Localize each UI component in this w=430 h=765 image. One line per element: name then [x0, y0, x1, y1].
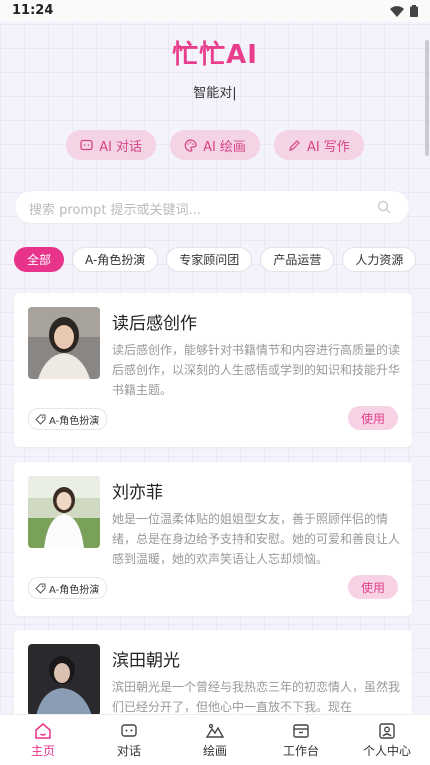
profile-icon	[379, 722, 395, 739]
search-input[interactable]: 搜索 prompt 提示或关键词...	[29, 199, 201, 218]
chat-icon	[80, 139, 93, 150]
category-all[interactable]: 全部	[14, 247, 65, 272]
ai-draw-button[interactable]: AI 绘画	[170, 130, 260, 160]
ai-chat-label: AI 对话	[99, 139, 143, 155]
card-description: 她是一位温柔体贴的姐姐型女友，善于照顾伴侣的情绪，总是在身边给予支持和安慰。她的…	[112, 512, 401, 566]
tag-icon	[35, 414, 46, 425]
nav-workspace-label: 工作台	[282, 743, 319, 758]
ai-chat-button[interactable]: AI 对话	[66, 130, 157, 160]
home-icon	[35, 722, 51, 739]
card-title: 滨田朝光	[112, 651, 180, 671]
use-button[interactable]: 使用	[348, 406, 398, 430]
nav-home[interactable]: 主页	[0, 715, 86, 765]
nav-home-label: 主页	[30, 743, 55, 758]
card-thumbnail	[28, 307, 100, 379]
category-experts[interactable]: 专家顾问团	[166, 247, 253, 272]
status-bar: 11:24	[0, 0, 430, 22]
palette-icon	[184, 138, 197, 152]
nav-chat[interactable]: 对话	[86, 715, 172, 765]
card-description: 读后感创作，能够针对书籍情节和内容进行高质量的读后感创作，以深刻的人生感悟或学到…	[112, 343, 401, 397]
pen-icon	[288, 139, 300, 151]
nav-profile[interactable]: 个人中心	[344, 715, 430, 765]
search-bar[interactable]: 搜索 prompt 提示或关键词...	[14, 190, 410, 224]
card-tag: A-角色扮演	[28, 577, 108, 599]
card-tag-label: A-角色扮演	[49, 415, 100, 427]
nav-chat-label: 对话	[116, 743, 141, 758]
bottom-navigation: 主页 对话 绘画 工作台 个人中心	[0, 714, 430, 765]
prompt-card[interactable]: 读后感创作 读后感创作，能够针对书籍情节和内容进行高质量的读后感创作，以深刻的人…	[14, 293, 412, 447]
card-title: 刘亦菲	[112, 483, 163, 503]
nav-profile-label: 个人中心	[362, 743, 411, 758]
ai-write-label: AI 写作	[306, 139, 350, 155]
use-button[interactable]: 使用	[348, 575, 398, 599]
card-title: 读后感创作	[112, 314, 197, 334]
app-title: 忙忙AI	[172, 40, 258, 70]
ai-draw-label: AI 绘画	[203, 139, 246, 155]
workspace-icon	[293, 723, 309, 738]
category-tabs: 全部 A-角色扮演 专家顾问团 产品运营 人力资源	[14, 247, 417, 272]
status-icons	[390, 5, 418, 17]
image-icon	[206, 723, 224, 738]
mode-buttons: AI 对话 AI 绘画 AI 写作	[0, 130, 430, 160]
card-thumbnail	[28, 644, 100, 714]
search-icon[interactable]	[377, 200, 391, 214]
prompt-card[interactable]: 滨田朝光 滨田朝光是一个曾经与我热恋三年的初恋情人，虽然我们已经分开了，但他心中…	[14, 630, 412, 714]
app-subtitle: 智能对|	[193, 86, 237, 101]
card-tag-label: A-角色扮演	[49, 584, 100, 596]
wifi-icon	[390, 5, 404, 17]
card-thumbnail	[28, 476, 100, 548]
nav-draw[interactable]: 绘画	[172, 715, 258, 765]
chat-icon	[121, 723, 137, 737]
tag-icon	[35, 583, 46, 594]
category-hr[interactable]: 人力资源	[342, 247, 417, 272]
battery-icon	[410, 5, 418, 17]
card-description: 滨田朝光是一个曾经与我热恋三年的初恋情人，虽然我们已经分开了，但他心中一直放不下…	[112, 680, 401, 714]
category-product-ops[interactable]: 产品运营	[260, 247, 335, 272]
nav-workspace[interactable]: 工作台	[258, 715, 344, 765]
category-roleplay[interactable]: A-角色扮演	[72, 247, 159, 272]
card-tag: A-角色扮演	[28, 408, 108, 430]
prompt-card[interactable]: 刘亦菲 她是一位温柔体贴的姐姐型女友，善于照顾伴侣的情绪，总是在身边给予支持和安…	[14, 462, 412, 616]
status-time: 11:24	[12, 3, 54, 18]
nav-draw-label: 绘画	[202, 743, 227, 758]
ai-write-button[interactable]: AI 写作	[273, 130, 364, 160]
